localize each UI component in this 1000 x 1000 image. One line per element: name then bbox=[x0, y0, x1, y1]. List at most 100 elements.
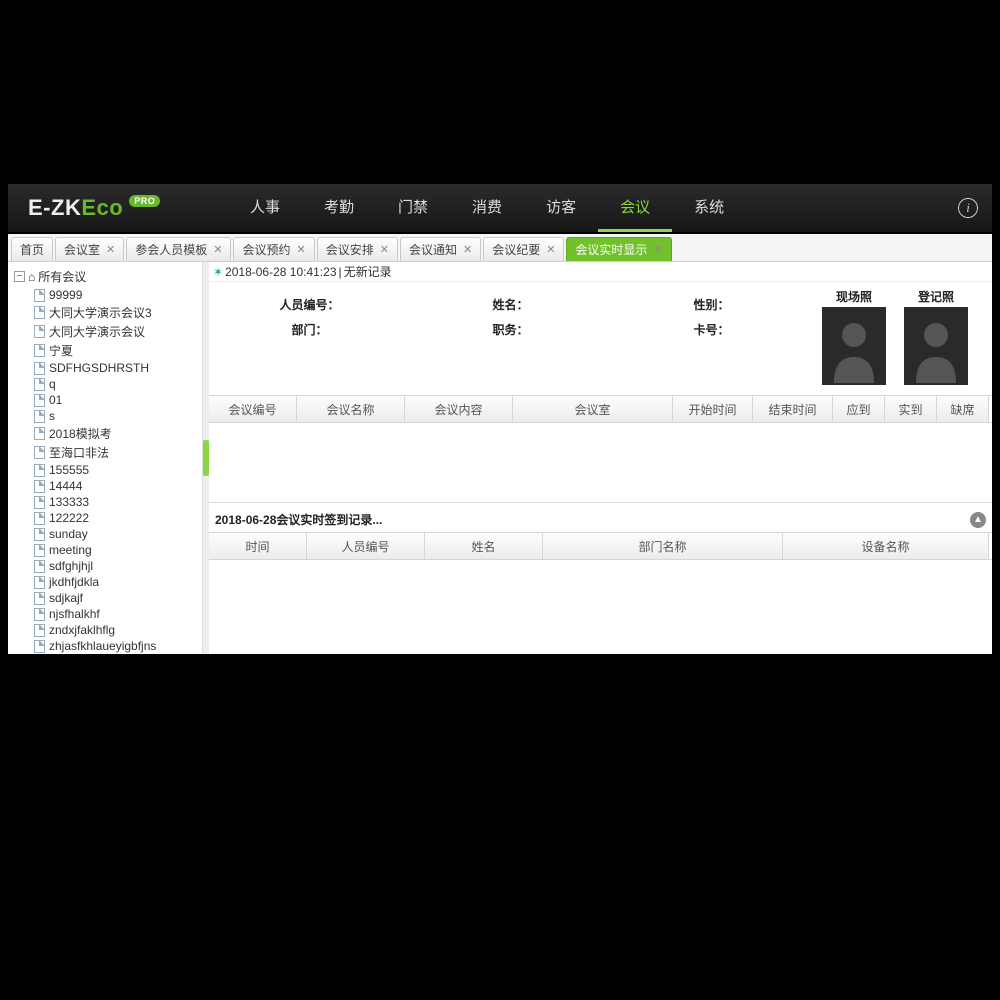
sidebar[interactable]: − ⌂ 所有会议 99999大同大学演示会议3 大同大学演示会议宁夏SDFHGSD… bbox=[8, 262, 203, 654]
tab[interactable]: 首页 bbox=[11, 237, 53, 261]
grid-column-header[interactable]: 人员编号 bbox=[307, 533, 425, 559]
file-icon bbox=[34, 512, 45, 525]
tab[interactable]: 会议预约✕ bbox=[233, 237, 314, 261]
file-icon bbox=[34, 325, 45, 338]
tree-root[interactable]: − ⌂ 所有会议 bbox=[10, 266, 200, 287]
status-sep: | bbox=[339, 265, 342, 279]
brand-logo: E-ZKEco PRO bbox=[28, 195, 228, 221]
tree-node[interactable]: 大同大学演示会议3 bbox=[34, 303, 200, 322]
tree-node[interactable]: 大同大学演示会议 bbox=[34, 322, 200, 341]
nav-item[interactable]: 消费 bbox=[450, 184, 524, 232]
tree-node[interactable]: 122222 bbox=[34, 510, 200, 526]
info-icon[interactable]: i bbox=[958, 198, 978, 218]
tree-node[interactable]: sdjkajf bbox=[34, 590, 200, 606]
file-icon bbox=[34, 528, 45, 541]
tree-node[interactable]: 14444 bbox=[34, 478, 200, 494]
close-icon[interactable]: ✕ bbox=[106, 243, 115, 256]
tree-node-label: 133333 bbox=[49, 495, 89, 509]
tree-node-label: 14444 bbox=[49, 479, 82, 493]
tree-node-label: 大同大学演示会议3 bbox=[49, 304, 152, 321]
file-icon bbox=[34, 289, 45, 302]
field-person-no: 人员编号 bbox=[219, 296, 400, 313]
tree-node[interactable]: sunday bbox=[34, 526, 200, 542]
grid-column-header[interactable]: 姓名 bbox=[425, 533, 543, 559]
close-icon[interactable]: ✕ bbox=[213, 243, 222, 256]
nav-item[interactable]: 系统 bbox=[672, 184, 746, 232]
grid-column-header[interactable]: 部门名称 bbox=[543, 533, 783, 559]
tab[interactable]: 会议通知 ✕ bbox=[400, 237, 481, 261]
file-icon bbox=[34, 560, 45, 573]
app-window: E-ZKEco PRO 人事考勤门禁消费访客会议系统 i 首页会议室✕参会人员模… bbox=[8, 184, 992, 654]
grid-column-header[interactable]: 实到 bbox=[885, 396, 937, 422]
tab-label: 会议通知 bbox=[409, 241, 457, 258]
person-fields: 人员编号 姓名 性别 部门 职务 卡号 bbox=[219, 288, 802, 338]
tree-node[interactable]: 至海口非法 bbox=[34, 443, 200, 462]
nav-item[interactable]: 门禁 bbox=[376, 184, 450, 232]
field-name: 姓名 bbox=[420, 296, 601, 313]
grid-column-header[interactable]: 应到 bbox=[833, 396, 885, 422]
tree-node-label: sdfghjhjl bbox=[49, 559, 93, 573]
file-icon bbox=[34, 544, 45, 557]
status-timestamp: 2018-06-28 10:41:23 bbox=[225, 265, 336, 279]
grid-column-header[interactable]: 设备名称 bbox=[783, 533, 989, 559]
tree-node[interactable]: jkdhfjdkla bbox=[34, 574, 200, 590]
tree-node[interactable]: q bbox=[34, 376, 200, 392]
tab[interactable]: 会议室 ✕ bbox=[55, 237, 124, 261]
photo-live: 现场照 bbox=[822, 288, 886, 385]
grid-column-header[interactable]: 会议内容 bbox=[405, 396, 513, 422]
tab[interactable]: 参会人员模板✕ bbox=[126, 237, 231, 261]
tree-node-label: 01 bbox=[49, 393, 62, 407]
grid-column-header[interactable]: 会议名称 bbox=[297, 396, 405, 422]
tree-node[interactable]: sdfghjhjl bbox=[34, 558, 200, 574]
file-icon bbox=[34, 592, 45, 605]
tree-node[interactable]: njsfhalkhf bbox=[34, 606, 200, 622]
tab[interactable]: 会议实时显示✕ bbox=[566, 237, 671, 261]
close-icon[interactable]: ✕ bbox=[380, 243, 389, 256]
close-icon[interactable]: ✕ bbox=[297, 243, 306, 256]
photo-reg-placeholder bbox=[904, 307, 968, 385]
grid-column-header[interactable]: 会议编号 bbox=[209, 396, 297, 422]
brand-prefix: E-ZK bbox=[28, 195, 81, 220]
tab[interactable]: 会议安排✕ bbox=[317, 237, 398, 261]
nav-item[interactable]: 人事 bbox=[228, 184, 302, 232]
tab-label: 会议室 bbox=[64, 241, 100, 258]
close-icon[interactable]: ✕ bbox=[463, 243, 472, 256]
tree-node[interactable]: s bbox=[34, 408, 200, 424]
tree-node[interactable]: 133333 bbox=[34, 494, 200, 510]
meeting-tree: − ⌂ 所有会议 99999大同大学演示会议3 大同大学演示会议宁夏SDFHGSD… bbox=[8, 262, 202, 654]
tree-node-label: meeting bbox=[49, 543, 92, 557]
tree-node[interactable]: 01 bbox=[34, 392, 200, 408]
tree-node[interactable]: 155555 bbox=[34, 462, 200, 478]
tab[interactable]: 会议纪要✕ bbox=[483, 237, 564, 261]
status-line: ✶ 2018-06-28 10:41:23 | 无新记录 bbox=[209, 262, 992, 282]
meeting-grid-body[interactable] bbox=[209, 423, 992, 503]
close-icon[interactable]: ✕ bbox=[653, 243, 662, 256]
grid-column-header[interactable]: 结束时间 bbox=[753, 396, 833, 422]
file-icon bbox=[34, 464, 45, 477]
tab-strip: 首页会议室✕参会人员模板✕会议预约✕会议安排✕会议通知✕会议纪要✕会议实时显示✕ bbox=[8, 234, 992, 262]
tree-node[interactable]: zndxjfaklhflg bbox=[34, 622, 200, 638]
tree-node-label: sunday bbox=[49, 527, 88, 541]
tree-node[interactable]: SDFHGSDHRSTH bbox=[34, 360, 200, 376]
grid-column-header[interactable]: 开始时间 bbox=[673, 396, 753, 422]
tree-node[interactable]: 宁夏 bbox=[34, 341, 200, 360]
checkin-grid-body[interactable] bbox=[209, 560, 992, 654]
grid-column-header[interactable]: 会议室 bbox=[513, 396, 673, 422]
tree-node-label: jkdhfjdkla bbox=[49, 575, 99, 589]
collapse-section-icon[interactable]: ▲ bbox=[970, 512, 986, 528]
file-icon bbox=[34, 410, 45, 423]
grid-column-header[interactable]: 时间 bbox=[209, 533, 307, 559]
grid-column-header[interactable]: 缺席 bbox=[937, 396, 989, 422]
nav-item[interactable]: 访客 bbox=[524, 184, 598, 232]
nav-item[interactable]: 考勤 bbox=[302, 184, 376, 232]
nav-item[interactable]: 会议 bbox=[598, 184, 672, 232]
tree-node[interactable]: 99999 bbox=[34, 287, 200, 303]
tree-node[interactable]: 2018模拟考 bbox=[34, 424, 200, 443]
tree-node-label: 大同大学演示会议 bbox=[49, 323, 145, 340]
close-icon[interactable]: ✕ bbox=[546, 243, 555, 256]
tree-node[interactable]: zhjasfkhlaueyigbfjns bbox=[34, 638, 200, 654]
photo-reg-caption: 登记照 bbox=[918, 288, 954, 305]
photo-live-placeholder bbox=[822, 307, 886, 385]
tree-node[interactable]: meeting bbox=[34, 542, 200, 558]
collapse-icon[interactable]: − bbox=[14, 271, 25, 282]
